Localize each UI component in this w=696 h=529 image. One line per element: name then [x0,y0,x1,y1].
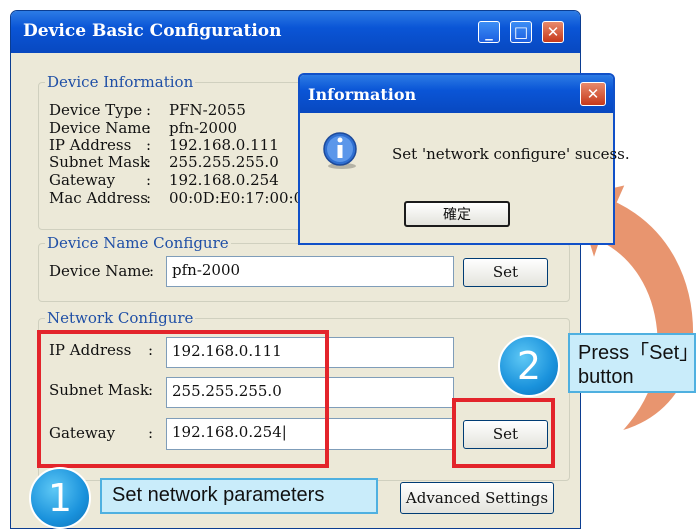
ip-address-value: 192.168.0.111 [169,136,279,154]
information-dialog: Information ✕ Set 'network configure' su… [298,73,630,245]
colon: : [146,153,152,171]
maximize-button[interactable]: □ [510,21,532,43]
device-type-value: PFN-2055 [169,101,246,119]
colon: : [146,136,152,154]
step-1-badge: 1 [29,467,91,529]
device-name-value: pfn-2000 [169,119,238,137]
dialog-title-bar[interactable]: Information ✕ [300,75,613,113]
maximize-icon: □ [513,23,529,41]
device-name-input[interactable]: pfn-2000 [166,256,454,287]
dialog-title: Information [308,85,417,104]
window-title: Device Basic Configuration [23,21,282,41]
network-params-highlight [37,330,329,468]
title-bar[interactable]: Device Basic Configuration _ □ ✕ [11,11,580,53]
colon: : [146,119,152,137]
colon: : [146,171,152,189]
device-type-label: Device Type [49,101,143,119]
ok-button[interactable]: 確定 [404,201,510,227]
step-1-callout: Set network parameters [100,478,378,514]
dialog-message: Set 'network configure' sucess. [392,145,630,163]
step-2-callout-line1: Press「Set」 [578,342,696,364]
info-icon [323,132,357,169]
close-button[interactable]: ✕ [542,21,564,43]
network-configure-legend: Network Configure [47,309,194,327]
device-name-label: Device Name [49,119,151,137]
minimize-button[interactable]: _ [478,21,500,43]
dialog-close-button[interactable]: ✕ [580,82,606,106]
colon: : [146,101,152,119]
colon: : [146,189,152,207]
step-2-callout: Press「Set」 button [568,333,696,393]
device-name-config-label: Device Name [49,262,151,280]
device-name-set-button[interactable]: Set [463,258,548,287]
device-information-legend: Device Information [47,73,194,91]
advanced-settings-button[interactable]: Advanced Settings [400,482,554,514]
device-name-configure-legend: Device Name Configure [47,234,229,252]
mac-address-label: Mac Address [49,189,148,207]
subnet-mask-label: Subnet Mask [49,153,149,171]
close-icon: ✕ [546,23,560,41]
ip-address-label: IP Address [49,136,132,154]
gateway-value: 192.168.0.254 [169,171,279,189]
gateway-label: Gateway [49,171,116,189]
step-2-callout-line2: button [578,366,634,388]
step-2-badge: 2 [498,335,560,397]
colon: : [149,262,155,280]
subnet-mask-value: 255.255.255.0 [169,153,279,171]
minimize-icon: _ [485,23,493,41]
set-button-highlight [452,398,555,468]
mac-address-value: 00:0D:E0:17:00:01 [169,189,313,207]
close-icon: ✕ [586,85,600,103]
